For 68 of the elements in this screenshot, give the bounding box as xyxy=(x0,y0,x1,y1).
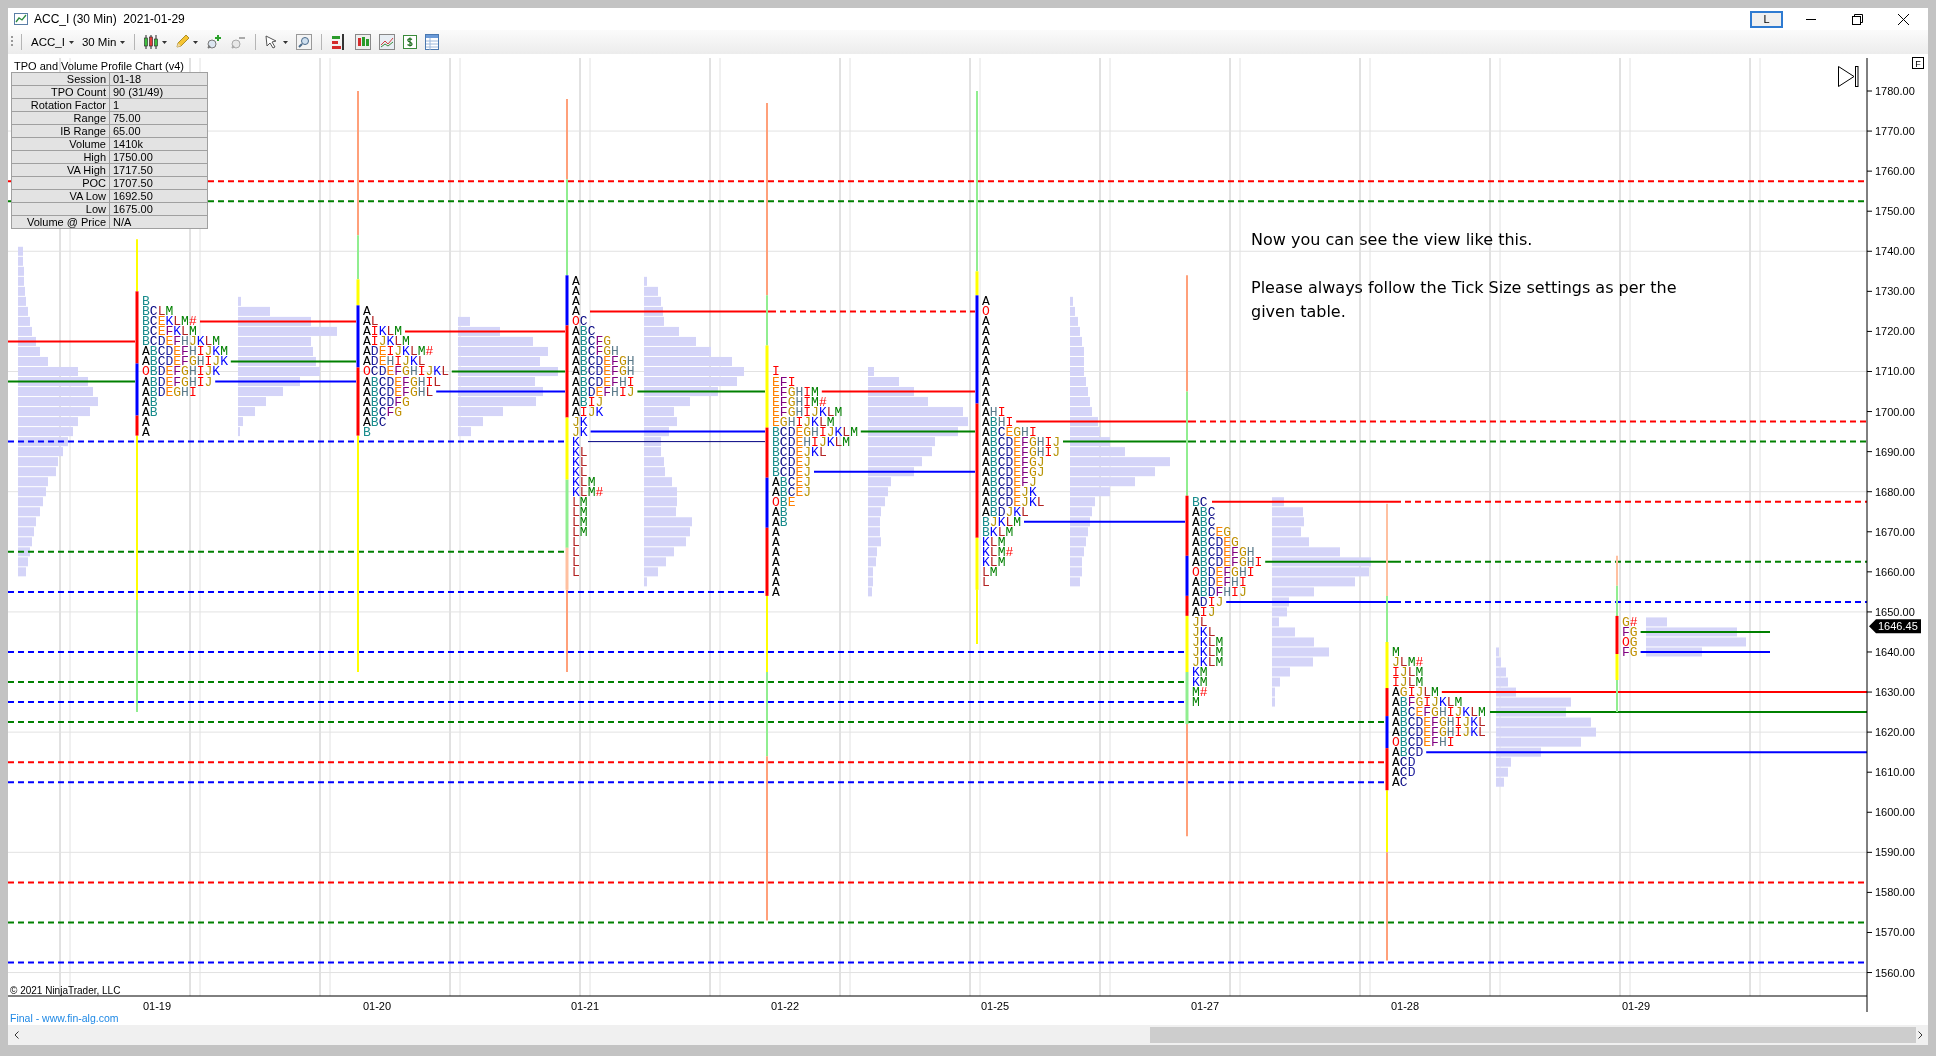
date-label: 01-20 xyxy=(362,1000,392,1012)
stat-value: 01-18 xyxy=(109,72,208,86)
stat-label: VA High xyxy=(11,163,110,177)
stat-value: 1692.50 xyxy=(109,189,208,203)
stat-label: Low xyxy=(11,202,110,216)
price-label: 1620.00 xyxy=(1875,726,1915,739)
stat-value: 1717.50 xyxy=(109,163,208,177)
stat-value: 90 (31/49) xyxy=(109,85,208,99)
stat-value: 1410k xyxy=(109,137,208,151)
price-label: 1600.00 xyxy=(1875,806,1915,819)
price-label: 1710.00 xyxy=(1875,365,1915,378)
price-label: 1750.00 xyxy=(1875,205,1915,218)
window-title: ACC_I (30 Min) 2021-01-29 xyxy=(34,12,185,26)
price-label: 1630.00 xyxy=(1875,686,1915,699)
indicator-title: TPO and Volume Profile Chart (v4) xyxy=(14,60,184,72)
date-label: 01-25 xyxy=(980,1000,1010,1012)
date-label: 01-19 xyxy=(142,1000,172,1012)
price-label: 1690.00 xyxy=(1875,445,1915,458)
stat-label: POC xyxy=(11,176,110,190)
stat-label: Volume xyxy=(11,137,110,151)
stat-label: Range xyxy=(11,111,110,125)
price-label: 1700.00 xyxy=(1875,405,1915,418)
price-label: 1560.00 xyxy=(1875,966,1915,979)
stat-label: Volume @ Price xyxy=(11,215,110,229)
stat-value: 1 xyxy=(109,98,208,112)
stat-label: VA Low xyxy=(11,189,110,203)
link-button[interactable]: L xyxy=(1750,10,1783,28)
stat-label: Rotation Factor xyxy=(11,98,110,112)
price-label: 1740.00 xyxy=(1875,245,1915,258)
annotation-text: Now you can see the view like this. xyxy=(1251,229,1534,251)
instrument-dropdown[interactable]: ACC_I xyxy=(29,32,76,52)
price-label: 1760.00 xyxy=(1875,165,1915,178)
annotation-text: Please always follow the Tick Size settings as per the given table. xyxy=(1251,277,1678,323)
price-label: 1640.00 xyxy=(1875,646,1915,658)
stat-value: N/A xyxy=(109,215,208,229)
stat-label: High xyxy=(11,150,110,164)
stat-value: 75.00 xyxy=(109,111,208,125)
price-label: 1720.00 xyxy=(1875,325,1915,338)
last-price-tag: 1646.45 xyxy=(1869,619,1921,634)
price-label: 1680.00 xyxy=(1875,485,1915,498)
date-label: 01-21 xyxy=(570,1000,600,1012)
price-label: 1770.00 xyxy=(1875,125,1915,138)
price-label: 1730.00 xyxy=(1875,285,1915,298)
price-label: 1570.00 xyxy=(1875,926,1915,939)
tpo-letters: L xyxy=(982,574,990,590)
price-label: 1590.00 xyxy=(1875,846,1915,859)
price-label: 1650.00 xyxy=(1875,605,1915,618)
stat-value: 1750.00 xyxy=(109,150,208,164)
price-label: 1670.00 xyxy=(1875,525,1915,538)
stat-value: 1675.00 xyxy=(109,202,208,216)
corner-toggle[interactable]: F xyxy=(1912,57,1924,69)
stat-value: 65.00 xyxy=(109,124,208,138)
price-label: 1580.00 xyxy=(1875,886,1915,899)
date-label: 01-22 xyxy=(770,1000,800,1012)
date-label: 01-27 xyxy=(1190,1000,1220,1012)
price-label: 1660.00 xyxy=(1875,565,1915,578)
stat-value: 1707.50 xyxy=(109,176,208,190)
footer-link[interactable]: Final - www.fin-alg.com xyxy=(8,1012,119,1025)
stat-label: IB Range xyxy=(11,124,110,138)
copyright-text: © 2021 NinjaTrader, LLC xyxy=(10,984,121,996)
date-label: 01-28 xyxy=(1390,1000,1420,1012)
stat-label: TPO Count xyxy=(11,85,110,99)
price-label: 1780.00 xyxy=(1875,85,1915,97)
price-label: 1610.00 xyxy=(1875,766,1915,779)
tpo-letters: L xyxy=(572,564,580,580)
stat-label: Session xyxy=(11,72,110,86)
date-label: 01-29 xyxy=(1621,1000,1651,1012)
interval-dropdown[interactable]: 30 Min xyxy=(79,32,128,52)
